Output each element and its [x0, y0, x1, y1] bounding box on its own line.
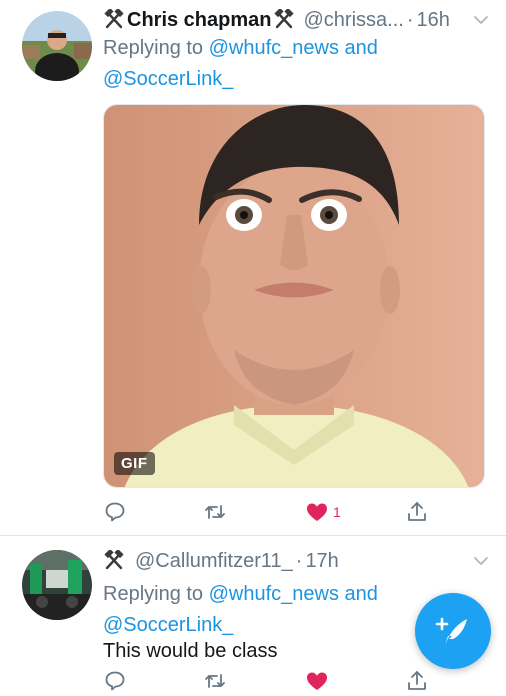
reply-context: Replying to @whufc_news and @SoccerLink_ — [103, 33, 378, 95]
gif-image — [104, 105, 484, 487]
reply-mention-link[interactable]: @SoccerLink_ — [103, 68, 233, 90]
retweet-icon — [205, 674, 225, 688]
share-icon — [408, 671, 426, 690]
reply-icon — [105, 502, 125, 522]
separator-dot: · — [406, 8, 414, 31]
user-handle[interactable]: @Callumfitzer11_ — [135, 550, 293, 573]
compose-tweet-button[interactable] — [415, 593, 491, 669]
chevron-down-icon[interactable] — [472, 552, 490, 570]
reply-button[interactable] — [103, 666, 127, 696]
tweet[interactable]: Chris chapman @chrissa... · 16h Replying… — [0, 0, 506, 535]
hammers-icon — [273, 7, 295, 31]
share-button[interactable] — [405, 497, 429, 527]
heart-icon — [307, 672, 327, 690]
share-icon — [408, 502, 426, 521]
compose-icon — [435, 617, 467, 645]
avatar[interactable] — [22, 550, 92, 620]
tweet-actions — [103, 666, 443, 696]
tweet-text: This would be class — [103, 640, 278, 662]
reply-mention-link[interactable]: @whufc_news and — [209, 37, 378, 59]
retweet-icon — [205, 505, 225, 519]
like-button[interactable] — [305, 666, 329, 696]
heart-icon — [307, 503, 327, 521]
reply-prefix: Replying to — [103, 37, 209, 59]
tweet-actions: 1 — [103, 497, 443, 527]
hammers-icon — [103, 548, 125, 572]
display-name[interactable]: Chris chapman — [127, 9, 271, 32]
retweet-button[interactable] — [203, 497, 227, 527]
reply-mention-link[interactable]: @whufc_news and — [209, 583, 378, 605]
reply-prefix: Replying to — [103, 583, 209, 605]
gif-media[interactable]: GIF — [103, 104, 485, 488]
gif-badge: GIF — [114, 452, 155, 475]
reply-button[interactable] — [103, 497, 127, 527]
tweet-header: @Callumfitzer11_ · 17h — [103, 548, 339, 574]
separator-dot: · — [295, 549, 303, 572]
reply-icon — [105, 671, 125, 691]
timestamp[interactable]: 17h — [305, 550, 338, 573]
user-handle[interactable]: @chrissa... — [303, 9, 403, 32]
reply-mention-link[interactable]: @SoccerLink_ — [103, 614, 233, 636]
share-button[interactable] — [405, 666, 429, 696]
tweet-header: Chris chapman @chrissa... · 16h — [103, 7, 450, 33]
timestamp[interactable]: 16h — [416, 9, 449, 32]
hammers-icon — [103, 7, 125, 31]
retweet-button[interactable] — [203, 666, 227, 696]
chevron-down-icon[interactable] — [472, 11, 490, 29]
avatar[interactable] — [22, 11, 92, 81]
like-button[interactable]: 1 — [305, 497, 341, 527]
like-count: 1 — [333, 504, 341, 520]
reply-context: Replying to @whufc_news and @SoccerLink_ — [103, 579, 378, 641]
